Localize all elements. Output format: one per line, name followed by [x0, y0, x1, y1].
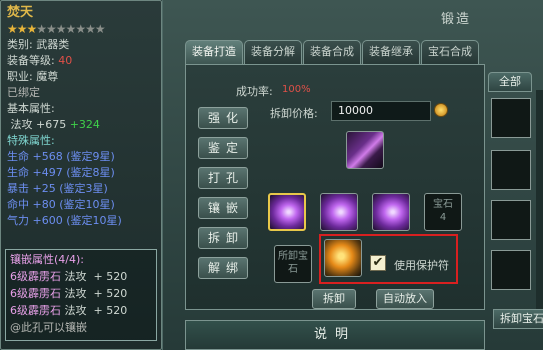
- special-attr: 生命 +497 (鉴定8星): [7, 165, 155, 181]
- special-attr-note: (鉴定10星): [66, 214, 122, 227]
- gem-attr: 法攻: [64, 287, 87, 300]
- special-attr-text: 生命 +497: [7, 166, 63, 179]
- gem-slot[interactable]: [320, 193, 358, 231]
- gem-name: 6级霹雳石: [10, 304, 61, 317]
- forge-window: 锻造 装备打造 装备分解 装备合成 装备继承 宝石合成 强化 鉴定 打孔 镶嵌 …: [162, 0, 543, 350]
- special-attr: 命中 +80 (鉴定10星): [7, 197, 155, 213]
- inventory-item[interactable]: [491, 200, 531, 240]
- success-rate-value: 100%: [282, 84, 311, 95]
- removed-gem-slot[interactable]: 所卸宝石: [274, 245, 312, 283]
- removed-gem-slot-label: 所卸宝石: [278, 251, 308, 275]
- item-type: 类别: 武器类: [7, 38, 70, 51]
- tab-synthesize[interactable]: 装备合成: [303, 40, 361, 64]
- coin-icon: [434, 103, 448, 117]
- item-level-label: 装备等级:: [7, 54, 59, 67]
- unbind-button[interactable]: 解绑: [198, 257, 248, 279]
- price-field: 10000: [331, 101, 431, 121]
- forge-tabs: 装备打造 装备分解 装备合成 装备继承 宝石合成: [185, 40, 479, 64]
- equipment-slot[interactable]: [346, 131, 384, 169]
- special-header: 特殊属性:: [7, 134, 55, 147]
- special-attr-note: (鉴定10星): [59, 198, 115, 211]
- empty-slot-label: 宝石: [433, 199, 453, 210]
- inventory-item[interactable]: [491, 250, 531, 290]
- gem-header: 镶嵌属性(4/4):: [10, 253, 84, 266]
- tab-gem-synthesis[interactable]: 宝石合成: [421, 40, 479, 64]
- special-attr-note: (鉴定8星): [66, 166, 115, 179]
- remove-gem-button[interactable]: 拆卸: [198, 227, 248, 249]
- tab-decompose[interactable]: 装备分解: [244, 40, 302, 64]
- item-job: 职业: 魔尊: [7, 70, 59, 83]
- window-title: 锻造: [441, 12, 472, 27]
- gem-slot-empty[interactable]: 宝石 4: [424, 193, 462, 231]
- gem-name: 6级霹雳石: [10, 287, 61, 300]
- base-attr-label: 法攻 +675: [10, 118, 70, 131]
- enhance-button[interactable]: 强化: [198, 107, 248, 129]
- inventory-scrollbar[interactable]: [536, 90, 543, 310]
- gem-row: 6级霹雳石 法攻 + 520: [10, 268, 152, 285]
- gem-attr: 法攻: [64, 270, 87, 283]
- item-name: 焚天: [7, 5, 34, 20]
- special-attr-note: (鉴定3星): [59, 182, 108, 195]
- item-stars: ★★★★★★★★★★: [7, 21, 155, 37]
- game-screen: 焚天 ★★★★★★★★★★ 类别: 武器类 装备等级: 40 职业: 魔尊 已绑…: [0, 0, 543, 350]
- inlay-button[interactable]: 镶嵌: [198, 197, 248, 219]
- tab-inherit[interactable]: 装备继承: [362, 40, 420, 64]
- gem-slot[interactable]: [372, 193, 410, 231]
- special-attr-text: 暴击 +25: [7, 182, 56, 195]
- stars-filled: ★★★: [7, 22, 37, 36]
- explain-bar[interactable]: 说明: [185, 320, 485, 350]
- base-attr-bonus: +324: [69, 118, 100, 131]
- success-rate-label: 成功率:: [236, 85, 273, 98]
- gem-attributes-box: 镶嵌属性(4/4): 6级霹雳石 法攻 + 520 6级霹雳石 法攻 + 520…: [5, 249, 157, 341]
- gem-value: + 520: [93, 287, 128, 300]
- special-attr: 生命 +568 (鉴定9星): [7, 149, 155, 165]
- gem-attr: 法攻: [64, 304, 87, 317]
- auto-place-button[interactable]: 自动放入: [376, 289, 434, 309]
- remove-button[interactable]: 拆卸: [312, 289, 356, 309]
- inventory-item[interactable]: [491, 150, 531, 190]
- gem-value: + 520: [93, 270, 128, 283]
- gem-row: 6级霹雳石 法攻 + 520: [10, 302, 152, 319]
- tab-craft[interactable]: 装备打造: [185, 40, 243, 64]
- stars-empty: ★★★★★★★: [36, 22, 105, 36]
- tab-all[interactable]: 全部: [488, 72, 532, 92]
- special-attr-text: 气力 +600: [7, 214, 63, 227]
- base-header: 基本属性:: [7, 102, 55, 115]
- item-level-value: 40: [58, 54, 73, 67]
- forge-panel: 强化 鉴定 打孔 镶嵌 拆卸 解绑 成功率: 100% 拆卸价格: 10000 …: [185, 64, 485, 310]
- price-label: 拆卸价格:: [270, 107, 318, 120]
- special-attr-text: 命中 +80: [7, 198, 56, 211]
- identify-button[interactable]: 鉴定: [198, 137, 248, 159]
- punch-button[interactable]: 打孔: [198, 167, 248, 189]
- highlight-box: [319, 234, 458, 284]
- special-attr-text: 生命 +568: [7, 150, 63, 163]
- gem-value: + 520: [93, 304, 128, 317]
- item-level: 装备等级: 40: [7, 53, 155, 69]
- item-tooltip: 焚天 ★★★★★★★★★★ 类别: 武器类 装备等级: 40 职业: 魔尊 已绑…: [0, 0, 162, 350]
- tab-remove-gems[interactable]: 拆卸宝石: [493, 309, 543, 329]
- gem-slot-selected[interactable]: [268, 193, 306, 231]
- empty-slot-index: 4: [439, 212, 447, 223]
- gem-footer: @此孔可以镶嵌: [10, 321, 87, 334]
- special-attr: 气力 +600 (鉴定10星): [7, 213, 155, 229]
- item-bound: 已绑定: [7, 86, 40, 99]
- gem-row: 6级霹雳石 法攻 + 520: [10, 285, 152, 302]
- inventory-item[interactable]: [491, 98, 531, 138]
- special-attr: 暴击 +25 (鉴定3星): [7, 181, 155, 197]
- gem-name: 6级霹雳石: [10, 270, 61, 283]
- special-attr-note: (鉴定9星): [66, 150, 115, 163]
- base-attr: 法攻 +675 +324: [7, 117, 155, 133]
